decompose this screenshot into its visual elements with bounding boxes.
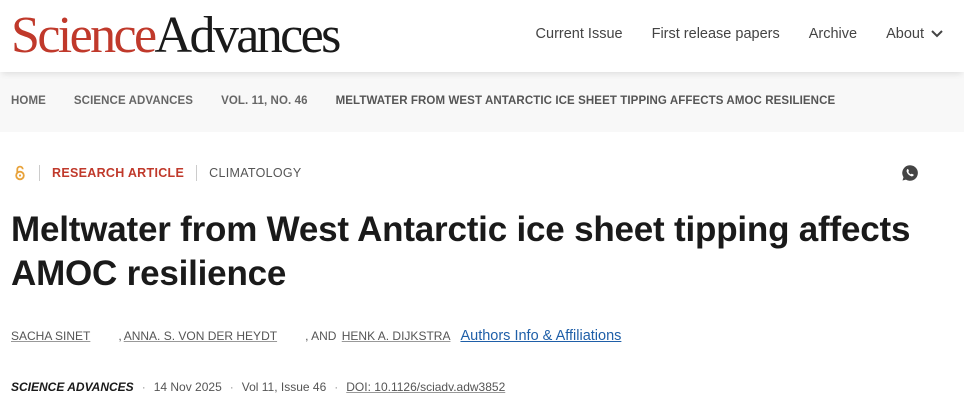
author-link[interactable]: ANNA. S. VON DER HEYDT (124, 329, 277, 343)
author-and: , AND (305, 329, 337, 343)
citation-row: SCIENCE ADVANCES · 14 Nov 2025 · Vol 11,… (11, 380, 505, 394)
chevron-down-icon (931, 30, 943, 38)
breadcrumb-current-article: MELTWATER FROM WEST ANTARCTIC ICE SHEET … (335, 95, 836, 107)
author-link[interactable]: SACHA SINET (11, 329, 90, 343)
bullet-separator: · (141, 380, 146, 394)
logo-advances: Advances (154, 7, 342, 64)
site-logo[interactable]: ScienceAdvances (11, 7, 342, 64)
breadcrumb-journal[interactable]: SCIENCE ADVANCES (74, 95, 193, 107)
site-header: ScienceAdvances Current Issue First rele… (0, 0, 964, 72)
author-separator: , (118, 329, 122, 343)
nav-archive[interactable]: Archive (809, 26, 857, 42)
article-type-label[interactable]: RESEARCH ARTICLE (52, 166, 184, 180)
volume-issue[interactable]: Vol 11, Issue 46 (242, 380, 327, 394)
nav-about[interactable]: About (886, 26, 944, 42)
publication-date: 14 Nov 2025 (153, 380, 222, 394)
doi-link[interactable]: DOI: 10.1126/sciadv.adw3852 (346, 380, 505, 394)
author-link[interactable]: HENK A. DIJKSTRA (342, 329, 451, 343)
bullet-separator: · (229, 380, 234, 394)
nav-first-release-papers[interactable]: First release papers (652, 26, 780, 42)
logo-science: Science (11, 7, 157, 64)
open-access-icon (15, 165, 25, 181)
journal-name: SCIENCE ADVANCES (11, 380, 134, 394)
whatsapp-share-icon[interactable] (901, 164, 919, 182)
nav-label: Current Issue (535, 26, 623, 42)
nav-label: About (886, 26, 924, 42)
separator (39, 165, 40, 181)
nav-label: First release papers (651, 26, 780, 42)
bullet-separator: · (334, 380, 339, 394)
author-list: SACHA SINET , ANNA. S. VON DER HEYDT , A… (11, 328, 621, 344)
article-meta-row: RESEARCH ARTICLE CLIMATOLOGY (11, 164, 941, 182)
breadcrumb-issue[interactable]: VOL. 11, NO. 46 (221, 95, 308, 107)
breadcrumb: HOME SCIENCE ADVANCES VOL. 11, NO. 46 ME… (11, 95, 835, 107)
breadcrumb-home[interactable]: HOME (11, 95, 46, 107)
article-title: Meltwater from West Antarctic ice sheet … (11, 210, 911, 293)
authors-affiliations-link[interactable]: Authors Info & Affiliations (460, 328, 621, 344)
nav-label: Archive (808, 26, 858, 42)
subject-label[interactable]: CLIMATOLOGY (209, 166, 301, 180)
breadcrumb-bar: HOME SCIENCE ADVANCES VOL. 11, NO. 46 ME… (0, 72, 964, 132)
nav-current-issue[interactable]: Current Issue (536, 26, 623, 42)
separator (196, 165, 198, 181)
main-nav: Current Issue First release papers Archi… (507, 26, 944, 42)
